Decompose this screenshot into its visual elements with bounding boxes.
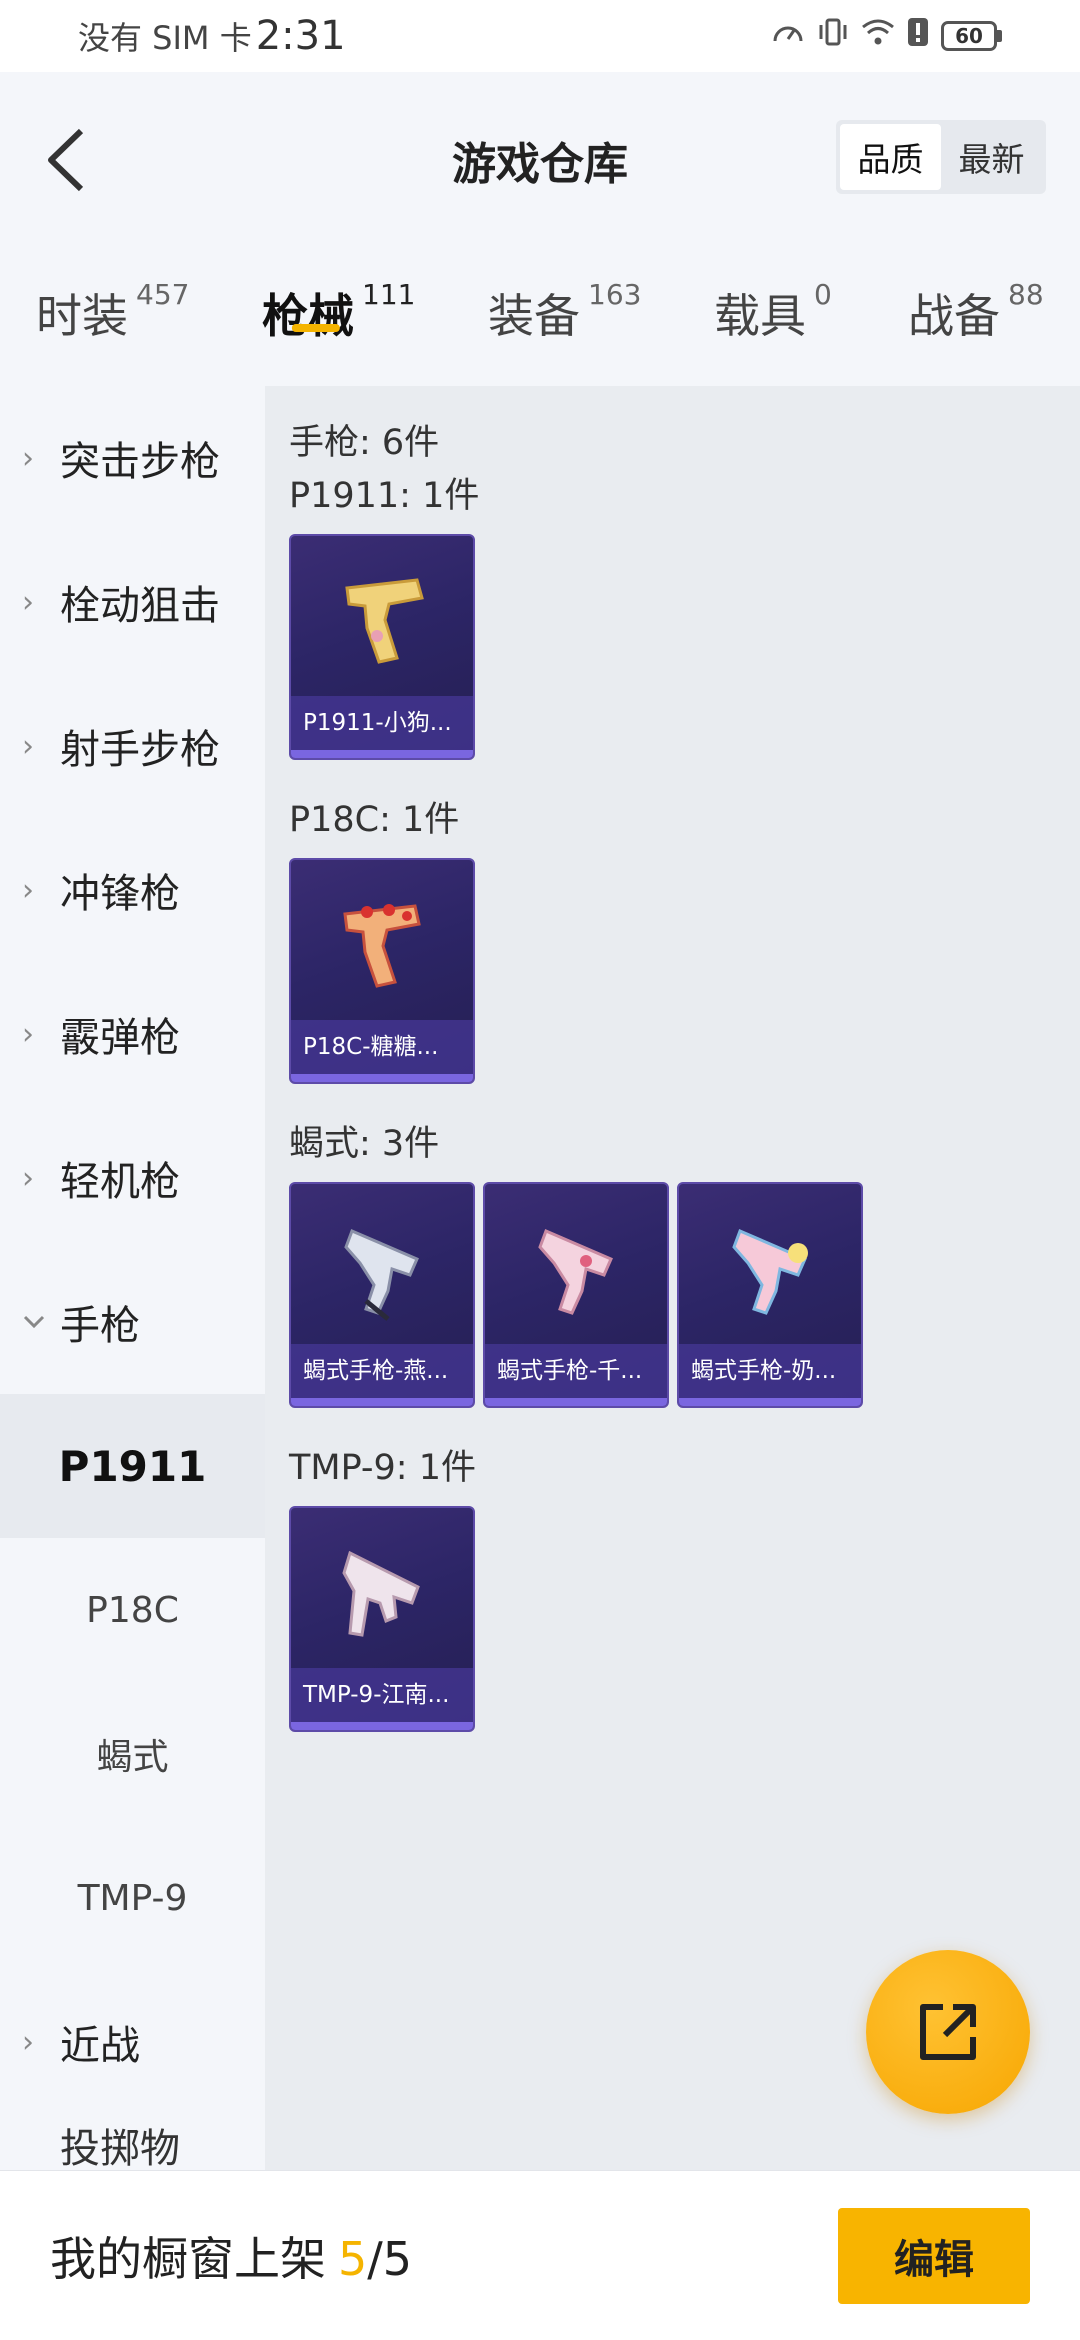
item-name: TMP-9-江南... — [291, 1668, 473, 1722]
chevron-right-icon: › — [22, 1016, 34, 1052]
header: 游戏仓库 品质 最新 — [0, 72, 1080, 247]
tab-count: 163 — [588, 278, 642, 311]
item-name: 蝎式手枪-奶... — [679, 1344, 861, 1398]
sidebar-item-label: 射手步枪 — [60, 727, 220, 773]
sidebar-item-pistol[interactable]: 手枪 — [0, 1250, 265, 1394]
sidebar-item-label: 手枪 — [60, 1303, 140, 1349]
item-card[interactable]: P1911-小狗... — [289, 534, 475, 760]
gun-image — [291, 860, 473, 1024]
sidebar-item-lmg[interactable]: › 轻机枪 — [0, 1106, 265, 1250]
share-fab-button[interactable] — [866, 1950, 1030, 2114]
showcase-bar: 我的橱窗上架 5 / 5 编辑 — [0, 2170, 1080, 2340]
showcase-count: 5 — [338, 2231, 368, 2286]
tab-count: 0 — [814, 278, 832, 311]
back-button[interactable] — [30, 120, 100, 200]
chevron-left-icon — [48, 128, 84, 192]
tab-vehicles[interactable]: 载具 0 — [714, 262, 832, 346]
group-p18c: P18C: 1件 P18C-糖糖... — [289, 790, 475, 1084]
sidebar-subitem-p1911[interactable]: P1911 — [0, 1394, 265, 1538]
carrier-text: 没有 SIM 卡 — [78, 19, 252, 57]
vibrate-icon — [817, 17, 849, 55]
sidebar-item-label: 轻机枪 — [60, 1159, 180, 1205]
tab-label: 载具 — [714, 289, 806, 343]
chevron-right-icon: › — [22, 440, 34, 476]
sidebar-item-label: 突击步枪 — [60, 439, 220, 485]
group-title: P18C: 1件 — [289, 800, 460, 840]
gun-image — [291, 1508, 473, 1672]
sidebar-subitem-scorpion[interactable]: 蝎式 — [0, 1682, 265, 1826]
tab-battle-prep[interactable]: 战备 88 — [908, 262, 1044, 346]
group-title: TMP-9: 1件 — [289, 1448, 476, 1488]
tab-count: 88 — [1008, 278, 1044, 311]
tab-label: 时装 — [36, 289, 128, 343]
speed-icon — [771, 17, 805, 55]
group-p1911: P1911: 1件 P1911-小狗... — [289, 466, 479, 760]
alert-icon — [907, 17, 929, 55]
sidebar-item-sniper[interactable]: › 栓动狙击 — [0, 530, 265, 674]
tab-fashion[interactable]: 时装 457 — [36, 262, 189, 346]
chevron-right-icon: › — [22, 1160, 34, 1196]
category-tabs: 时装 457 枪械 111 装备 163 载具 0 战备 88 — [0, 262, 1080, 372]
item-card[interactable]: 蝎式手枪-千... — [483, 1182, 669, 1408]
item-name: P18C-糖糖... — [291, 1020, 473, 1074]
gun-image — [291, 536, 473, 700]
sidebar-item-label: 近战 — [60, 2023, 140, 2069]
sort-quality-button[interactable]: 品质 — [840, 124, 941, 190]
tab-label: 战备 — [908, 289, 1000, 343]
chevron-right-icon: › — [22, 728, 34, 764]
sidebar-item-label: 栓动狙击 — [60, 583, 220, 629]
chevron-right-icon: › — [22, 872, 34, 908]
pistol-total-label: 手枪: 6件 — [289, 423, 440, 463]
group-title: P1911: 1件 — [289, 476, 480, 516]
sidebar-item-throwable-partial[interactable]: 投掷物 — [0, 2114, 265, 2170]
group-tmp9: TMP-9: 1件 TMP-9-江南... — [289, 1438, 476, 1732]
item-name: 蝎式手枪-千... — [485, 1344, 667, 1398]
edit-button[interactable]: 编辑 — [838, 2207, 1030, 2304]
sidebar-subitem-tmp9[interactable]: TMP-9 — [0, 1826, 265, 1970]
group-title: 蝎式: 3件 — [289, 1124, 440, 1164]
item-card[interactable]: 蝎式手枪-燕... — [289, 1182, 475, 1408]
sidebar-subitem-p18c[interactable]: P18C — [0, 1538, 265, 1682]
tab-equipment[interactable]: 装备 163 — [488, 262, 641, 346]
tab-active-indicator — [291, 324, 340, 332]
tab-count: 111 — [362, 278, 416, 311]
battery-level: 60 — [941, 21, 997, 51]
sort-newest-button[interactable]: 最新 — [941, 124, 1042, 190]
group-scorpion: 蝎式: 3件 蝎式手枪-燕... 蝎式手枪-千... 蝎式手枪-奶... — [289, 1114, 863, 1408]
sidebar-item-assault-rifle[interactable]: › 突击步枪 — [0, 386, 265, 530]
sidebar-item-label: 冲锋枪 — [60, 871, 180, 917]
external-link-icon — [920, 2004, 976, 2060]
gun-image — [291, 1184, 473, 1348]
status-bar: 没有 SIM 卡 2:31 60 — [0, 0, 1080, 72]
showcase-total: 5 — [382, 2231, 413, 2286]
item-name: 蝎式手枪-燕... — [291, 1344, 473, 1398]
chevron-down-icon — [22, 1314, 60, 1330]
item-card[interactable]: P18C-糖糖... — [289, 858, 475, 1084]
item-card[interactable]: 蝎式手枪-奶... — [677, 1182, 863, 1408]
showcase-label: 我的橱窗上架 — [50, 2231, 326, 2286]
category-sidebar: › 突击步枪 › 栓动狙击 › 射手步枪 › 冲锋枪 › 霰弹枪 › 轻机枪 手… — [0, 386, 265, 2170]
sidebar-item-shotgun[interactable]: › 霰弹枪 — [0, 962, 265, 1106]
item-card[interactable]: TMP-9-江南... — [289, 1506, 475, 1732]
sort-toggle: 品质 最新 — [836, 120, 1046, 194]
tab-label: 装备 — [488, 289, 580, 343]
gun-image — [485, 1184, 667, 1348]
showcase-separator: / — [367, 2231, 383, 2286]
gun-image — [679, 1184, 861, 1348]
sidebar-item-label: 霰弹枪 — [60, 1015, 180, 1061]
sidebar-item-marksman[interactable]: › 射手步枪 — [0, 674, 265, 818]
tab-label: 枪械 — [262, 289, 354, 343]
sidebar-item-melee[interactable]: › 近战 — [0, 1970, 265, 2114]
chevron-right-icon: › — [22, 584, 34, 620]
status-time: 2:31 — [255, 13, 346, 59]
sidebar-item-smg[interactable]: › 冲锋枪 — [0, 818, 265, 962]
tab-count: 457 — [136, 278, 190, 311]
item-grid-panel: 手枪: 6件 P1911: 1件 P1911-小狗... P18C: 1件 P1… — [265, 386, 1080, 2170]
chevron-right-icon: › — [22, 2024, 34, 2060]
tab-guns[interactable]: 枪械 111 — [262, 262, 415, 346]
item-name: P1911-小狗... — [291, 696, 473, 750]
wifi-icon — [861, 17, 895, 55]
battery-icon: 60 — [941, 21, 1002, 51]
